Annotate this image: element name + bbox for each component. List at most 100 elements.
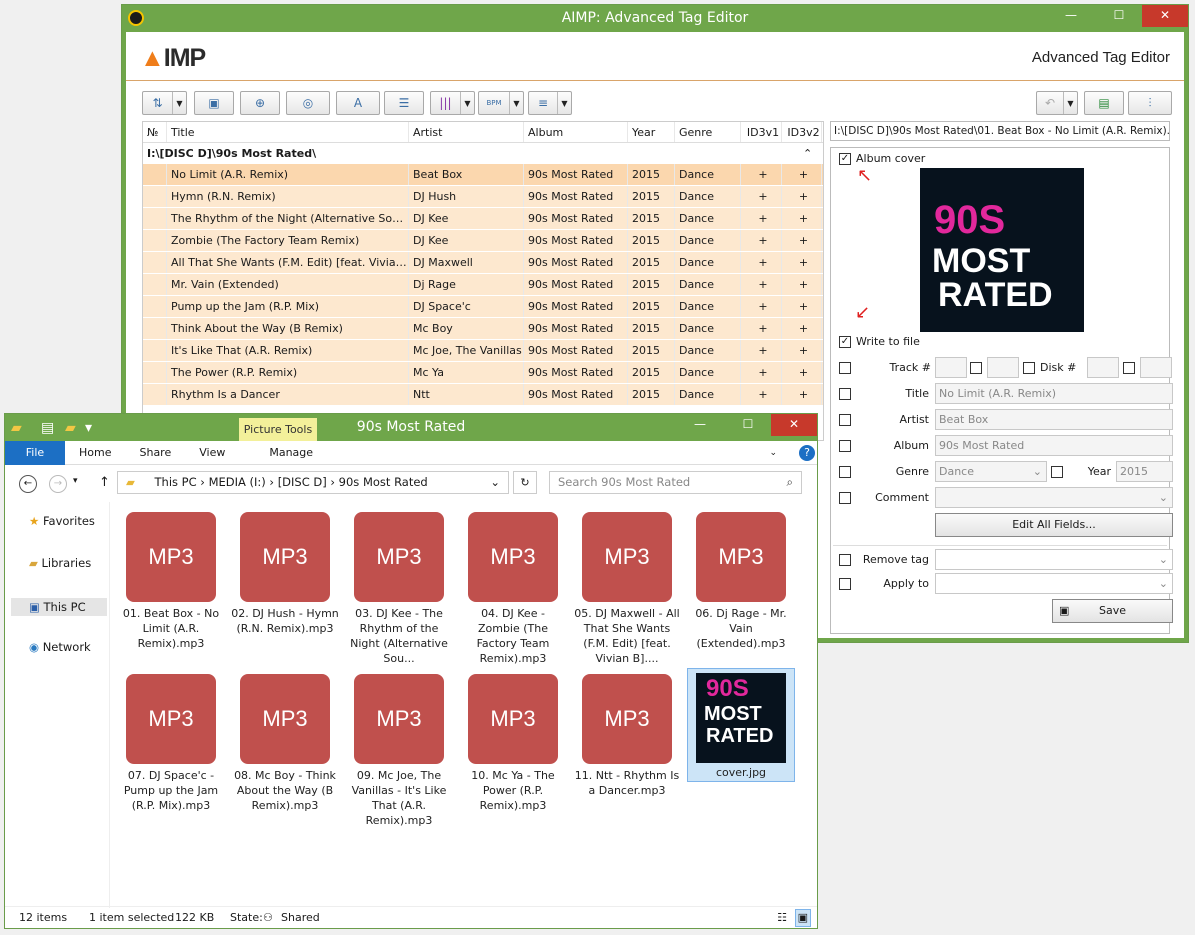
nav-this-pc[interactable]: ▣ This PC xyxy=(11,598,107,616)
disk-total-field[interactable] xyxy=(1140,357,1172,378)
file-item[interactable]: MP3 06. Dj Rage - Mr. Vain (Extended).mp3 xyxy=(687,506,795,656)
undo-button[interactable]: ↶ ▼ xyxy=(1036,91,1078,115)
file-item[interactable]: MP3 04. DJ Kee - Zombie (The Factory Team… xyxy=(459,506,567,665)
picture-tools-tab[interactable]: Picture Tools xyxy=(239,418,317,441)
tab-home[interactable]: Home xyxy=(65,446,125,459)
table-row[interactable]: Mr. Vain (Extended) Dj Rage 90s Most Rated… xyxy=(143,274,823,296)
title-checkbox[interactable] xyxy=(839,388,851,400)
table-row[interactable]: Rhythm Is a Dancer Ntt 90s Most Rated 2015 D… xyxy=(143,384,823,406)
album-cover-checkbox[interactable]: ✓ xyxy=(839,153,851,165)
settings-sliders-button[interactable]: ⫶ xyxy=(1128,91,1172,115)
nav-network[interactable]: ◉ Network xyxy=(29,640,91,654)
file-path-field[interactable]: I:\[DISC D]\90s Most Rated\01. Beat Box … xyxy=(830,121,1170,141)
maximize-icon[interactable]: ☐ xyxy=(735,414,761,436)
table-row[interactable]: It's Like That (A.R. Remix) Mc Joe, The V… xyxy=(143,340,823,362)
close-icon[interactable]: ✕ xyxy=(1142,5,1188,27)
col-id3v1[interactable]: ID3v1 xyxy=(741,122,782,142)
col-year[interactable]: Year xyxy=(628,122,675,142)
tab-share[interactable]: Share xyxy=(125,446,185,459)
breadcrumb-media[interactable]: MEDIA (I:) xyxy=(209,475,266,489)
genre-checkbox[interactable] xyxy=(839,466,851,478)
remove-tag-dropdown[interactable]: ⌄ xyxy=(935,549,1173,570)
file-item[interactable]: MP3 11. Ntt - Rhythm Is a Dancer.mp3 xyxy=(573,668,681,818)
breadcrumb-disc-d[interactable]: [DISC D] xyxy=(278,475,327,489)
web-search-button[interactable]: ◎ xyxy=(286,91,330,115)
table-row[interactable]: Pump up the Jam (R.P. Mix) DJ Space'c 90s … xyxy=(143,296,823,318)
large-icons-view-icon[interactable]: ▣ xyxy=(794,909,811,927)
genre-dropdown[interactable]: Dance ⌄ xyxy=(935,461,1047,482)
apply-to-dropdown[interactable]: ⌄ xyxy=(935,573,1173,594)
year-field[interactable]: 2015 xyxy=(1116,461,1173,482)
apply-to-checkbox[interactable] xyxy=(839,578,851,590)
artist-field[interactable]: Beat Box xyxy=(935,409,1173,430)
new-folder-icon[interactable]: ▰ xyxy=(65,415,76,441)
col-artist[interactable]: Artist xyxy=(409,122,524,142)
table-row[interactable]: The Rhythm of the Night (Alternative Sou… xyxy=(143,208,823,230)
table-row[interactable]: Hymn (R.N. Remix) DJ Hush 90s Most Rated 20… xyxy=(143,186,823,208)
comment-dropdown[interactable]: ⌄ xyxy=(935,487,1173,508)
file-item[interactable]: MP3 01. Beat Box - No Limit (A.R. Remix).… xyxy=(117,506,225,656)
tag-from-filename-button[interactable]: ▣ xyxy=(194,91,234,115)
table-row[interactable]: No Limit (A.R. Remix) Beat Box 90s Most Ra… xyxy=(143,164,823,186)
file-item[interactable]: MP3 02. DJ Hush - Hymn (R.N. Remix).mp3 xyxy=(231,506,339,656)
table-row[interactable]: All That She Wants (F.M. Edit) [feat. Vi… xyxy=(143,252,823,274)
breadcrumb-folder[interactable]: 90s Most Rated xyxy=(339,475,428,489)
artist-checkbox[interactable] xyxy=(839,414,851,426)
comment-checkbox[interactable] xyxy=(839,492,851,504)
breadcrumb-this-pc[interactable]: This PC xyxy=(155,475,197,489)
table-row[interactable]: The Power (R.P. Remix) Mc Ya 90s Most Rate… xyxy=(143,362,823,384)
details-view-icon[interactable]: ☷ xyxy=(777,907,787,928)
table-row[interactable]: Zombie (The Factory Team Remix) DJ Kee 90s… xyxy=(143,230,823,252)
album-field[interactable]: 90s Most Rated xyxy=(935,435,1173,456)
tab-manage[interactable]: Manage xyxy=(239,446,327,459)
year-checkbox[interactable] xyxy=(1051,466,1063,478)
disk-total-checkbox[interactable] xyxy=(1123,362,1135,374)
album-checkbox[interactable] xyxy=(839,440,851,452)
expand-ribbon-icon[interactable]: ⌄ xyxy=(755,448,791,458)
properties-icon[interactable]: ▤ xyxy=(41,415,54,441)
address-bar[interactable]: ▰ This PC › MEDIA (I:) › [DISC D] › 90s … xyxy=(117,471,509,494)
group-header[interactable]: I:\[DISC D]\90s Most Rated\ ⌃ xyxy=(143,143,823,164)
font-case-button[interactable]: A xyxy=(336,91,380,115)
replaygain-button[interactable]: ||| ▼ xyxy=(430,91,475,115)
disk-field[interactable] xyxy=(1087,357,1119,378)
col-genre[interactable]: Genre xyxy=(675,122,741,142)
track-field[interactable] xyxy=(935,357,967,378)
track-total-checkbox[interactable] xyxy=(970,362,982,374)
tab-file[interactable]: File xyxy=(5,440,65,465)
minimize-icon[interactable]: — xyxy=(1058,5,1084,27)
minimize-icon[interactable]: — xyxy=(687,414,713,436)
nav-favorites[interactable]: ★ Favorites xyxy=(29,514,95,528)
file-item[interactable]: MP3 09. Mc Joe, The Vanillas - It's Like … xyxy=(345,668,453,827)
track-total-field[interactable] xyxy=(987,357,1019,378)
col-id3v2[interactable]: ID3v2 xyxy=(782,122,822,142)
refresh-icon[interactable]: ↻ xyxy=(513,471,537,494)
edit-all-fields-button[interactable]: Edit All Fields... xyxy=(935,513,1173,537)
disk-checkbox[interactable] xyxy=(1023,362,1035,374)
album-cover-image[interactable]: 90S MOST RATED xyxy=(920,168,1084,332)
file-item[interactable]: MP3 10. Mc Ya - The Power (R.P. Remix).mp… xyxy=(459,668,567,818)
col-number[interactable]: № xyxy=(143,122,167,142)
table-view-button[interactable]: ▤ xyxy=(1084,91,1124,115)
search-input[interactable]: Search 90s Most Rated ⌕ xyxy=(549,471,802,494)
download-tags-button[interactable]: ⊕ xyxy=(240,91,280,115)
script-button[interactable]: ≡ ▼ xyxy=(528,91,572,115)
back-icon[interactable]: ← xyxy=(19,475,37,493)
file-item[interactable]: MP3 03. DJ Kee - The Rhythm of the Night … xyxy=(345,506,453,665)
help-icon[interactable]: ? xyxy=(799,444,815,461)
table-row[interactable]: Think About the Way (B Remix) Mc Boy 90s M… xyxy=(143,318,823,340)
file-item[interactable]: MP3 05. DJ Maxwell - All That She Wants (… xyxy=(573,506,681,665)
close-icon[interactable]: ✕ xyxy=(771,414,817,436)
forward-icon[interactable]: → xyxy=(49,475,67,493)
col-title[interactable]: Title xyxy=(167,122,409,142)
file-item[interactable]: MP3 08. Mc Boy - Think About the Way (B R… xyxy=(231,668,339,818)
collapse-icon[interactable]: ⌃ xyxy=(803,143,823,163)
file-item[interactable]: MP3 07. DJ Space'c - Pump up the Jam (R.P… xyxy=(117,668,225,818)
recent-dropdown-icon[interactable]: ▾ xyxy=(73,476,78,486)
maximize-icon[interactable]: ☐ xyxy=(1106,5,1132,27)
track-checkbox[interactable] xyxy=(839,362,851,374)
title-field[interactable]: No Limit (A.R. Remix) xyxy=(935,383,1173,404)
nav-libraries[interactable]: ▰ Libraries xyxy=(29,556,91,570)
col-album[interactable]: Album xyxy=(524,122,628,142)
chevron-down-icon[interactable]: ⌄ xyxy=(490,472,500,493)
